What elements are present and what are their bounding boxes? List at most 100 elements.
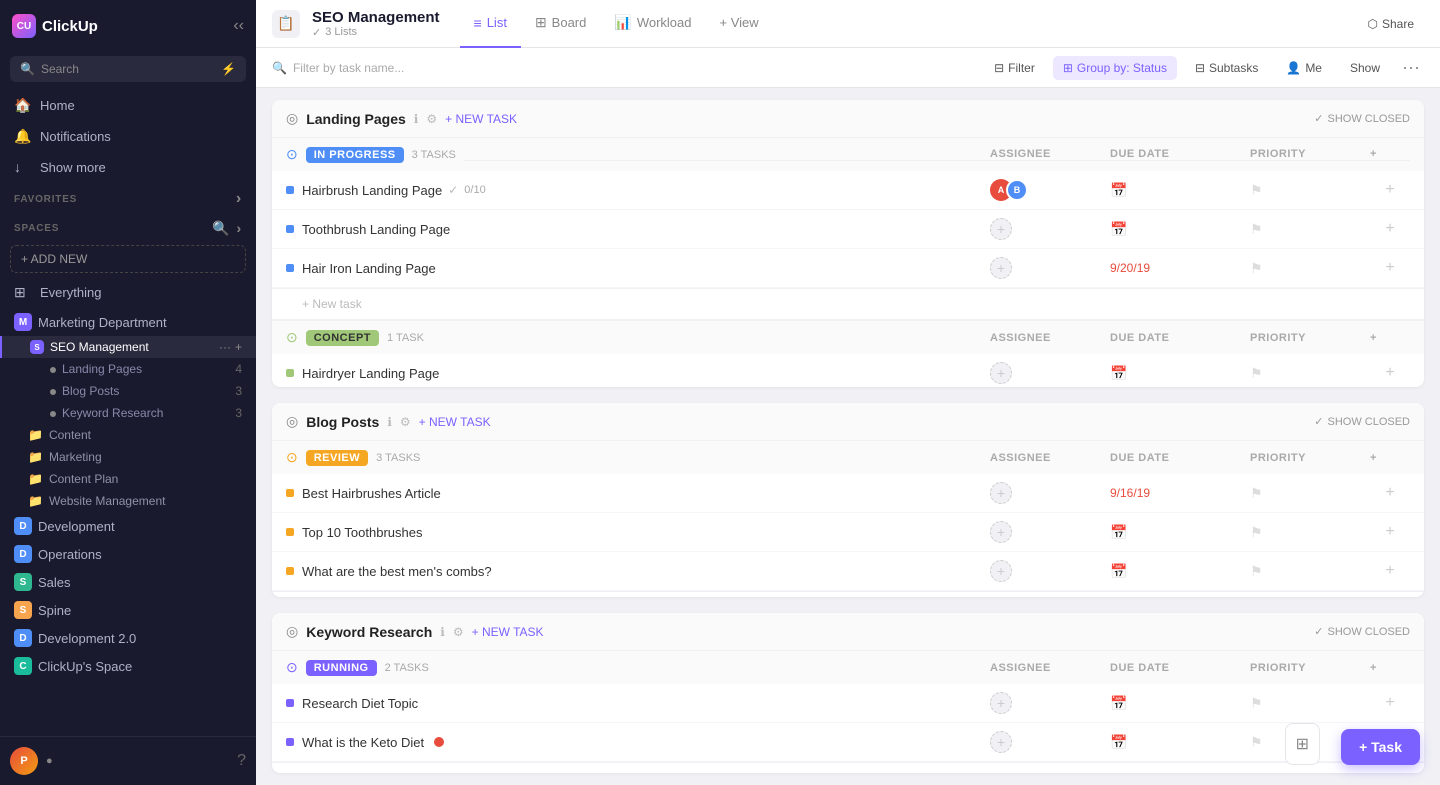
assignee-placeholder[interactable]: +: [990, 482, 1012, 504]
add-col[interactable]: +: [1370, 694, 1410, 712]
cal-icon: 📅: [1110, 695, 1127, 712]
show-closed-btn-bp[interactable]: ✓ SHOW CLOSED: [1314, 415, 1410, 428]
sidebar-item-clickup[interactable]: C ClickUp's Space: [0, 652, 256, 680]
assignee-placeholder[interactable]: +: [990, 692, 1012, 714]
table-row[interactable]: Hair Iron Landing Page + 9/20/19 ⚑ +: [272, 249, 1424, 288]
group-settings-icon-kr[interactable]: ⚙: [453, 625, 464, 639]
table-row[interactable]: Hairbrush Landing Page ✓ 0/10 A B 📅 ⚑ +: [272, 171, 1424, 210]
col-add[interactable]: +: [1370, 148, 1410, 160]
group-settings-icon[interactable]: ⚙: [426, 112, 437, 126]
check-icon: ✓: [312, 26, 321, 39]
new-task-row[interactable]: + New task: [272, 288, 1424, 319]
group-new-task-btn-bp[interactable]: + NEW TASK: [419, 415, 491, 429]
assignee-placeholder[interactable]: +: [990, 731, 1012, 753]
group-info-icon-kr[interactable]: ℹ: [440, 625, 445, 639]
me-button[interactable]: 👤 Me: [1276, 57, 1332, 79]
sidebar-item-marketing[interactable]: 📁 Marketing: [0, 446, 256, 468]
table-row[interactable]: Top 10 Toothbrushes + 📅 ⚑ +: [272, 513, 1424, 552]
help-icon[interactable]: ?: [237, 752, 246, 770]
group-collapse-icon-bp[interactable]: ◎: [286, 413, 298, 430]
show-closed-btn[interactable]: ✓ SHOW CLOSED: [1314, 112, 1410, 125]
sidebar-item-operations[interactable]: D Operations: [0, 540, 256, 568]
assignee-placeholder[interactable]: +: [990, 257, 1012, 279]
sidebar-item-spine[interactable]: S Spine: [0, 596, 256, 624]
col-add-r[interactable]: +: [1370, 452, 1410, 464]
table-row[interactable]: Research Diet Topic + 📅 ⚑ +: [272, 684, 1424, 723]
status-collapse-icon[interactable]: ⊙: [286, 146, 298, 163]
task-check-icon[interactable]: ✓: [448, 183, 458, 197]
assignee-placeholder[interactable]: +: [990, 521, 1012, 543]
group-by-button[interactable]: ⊞ Group by: Status: [1053, 56, 1177, 80]
add-col[interactable]: +: [1370, 484, 1410, 502]
group-settings-icon-bp[interactable]: ⚙: [400, 415, 411, 429]
sidebar-item-blog-posts[interactable]: Blog Posts 3: [0, 380, 256, 402]
add-col[interactable]: +: [1370, 523, 1410, 541]
assignee-placeholder[interactable]: +: [990, 560, 1012, 582]
col-add-run[interactable]: +: [1370, 662, 1410, 674]
sidebar-item-content-plan[interactable]: 📁 Content Plan: [0, 468, 256, 490]
table-row[interactable]: What are the best men's combs? + 📅 ⚑ +: [272, 552, 1424, 591]
search-bar[interactable]: 🔍 Search ⚡: [10, 56, 246, 82]
add-col[interactable]: +: [1370, 364, 1410, 382]
sidebar-item-notifications[interactable]: 🔔 Notifications: [0, 121, 256, 152]
tab-list[interactable]: ≡ List: [460, 0, 521, 48]
sidebar-item-marketing-department[interactable]: M Marketing Department: [0, 308, 256, 336]
favorites-expand-icon[interactable]: ›: [236, 190, 242, 208]
sidebar-item-development2[interactable]: D Development 2.0: [0, 624, 256, 652]
table-row[interactable]: What is the Keto Diet + 📅 ⚑ +: [272, 723, 1424, 762]
show-closed-btn-kr[interactable]: ✓ SHOW CLOSED: [1314, 625, 1410, 638]
filter-button[interactable]: ⊟ Filter: [984, 57, 1045, 79]
add-col[interactable]: +: [1370, 181, 1410, 199]
seo-add-icon[interactable]: +: [235, 340, 242, 354]
sidebar-item-everything[interactable]: ⊞ Everything: [0, 277, 256, 308]
grid-view-button[interactable]: ⊞: [1285, 723, 1320, 765]
assignee-placeholder[interactable]: +: [990, 362, 1012, 384]
sidebar-item-seo-management[interactable]: S SEO Management ··· +: [0, 336, 256, 358]
status-collapse-icon-run[interactable]: ⊙: [286, 659, 298, 676]
group-new-task-btn-kr[interactable]: + NEW TASK: [472, 625, 544, 639]
table-row[interactable]: Toothbrush Landing Page + 📅 ⚑ +: [272, 210, 1424, 249]
sidebar-collapse-btn[interactable]: ‹‹: [233, 17, 244, 35]
new-task-row[interactable]: + New task: [272, 762, 1424, 773]
show-button[interactable]: Show: [1340, 57, 1390, 79]
table-row[interactable]: Hairdryer Landing Page + 📅 ⚑ +: [272, 354, 1424, 387]
subtasks-button[interactable]: ⊟ Subtasks: [1185, 57, 1268, 79]
spaces-search-icon[interactable]: 🔍: [212, 220, 230, 237]
add-col[interactable]: +: [1370, 259, 1410, 277]
spaces-expand-icon[interactable]: ›: [237, 220, 242, 237]
add-task-fab[interactable]: + Task: [1341, 729, 1420, 765]
group-collapse-icon-kr[interactable]: ◎: [286, 623, 298, 640]
assignee-placeholder[interactable]: +: [990, 218, 1012, 240]
sidebar-item-landing-pages[interactable]: Landing Pages 4: [0, 358, 256, 380]
more-actions-icon[interactable]: ···: [1398, 53, 1424, 82]
sidebar-item-show-more[interactable]: ↓ Show more: [0, 152, 256, 182]
sidebar-item-content[interactable]: 📁 Content: [0, 424, 256, 446]
tab-workload[interactable]: 📊 Workload: [600, 0, 705, 48]
group-info-icon[interactable]: ℹ: [414, 112, 419, 126]
add-col[interactable]: +: [1370, 220, 1410, 238]
status-collapse-icon-r[interactable]: ⊙: [286, 449, 298, 466]
add-col[interactable]: +: [1370, 562, 1410, 580]
sidebar-item-sales[interactable]: S Sales: [0, 568, 256, 596]
sidebar-item-keyword-research[interactable]: Keyword Research 3: [0, 402, 256, 424]
col-add-c[interactable]: +: [1370, 332, 1410, 344]
share-button[interactable]: ⬡ Share: [1357, 13, 1424, 35]
avatar-2[interactable]: B: [1006, 179, 1028, 201]
new-task-row[interactable]: + New task: [272, 591, 1424, 597]
sidebar-item-home[interactable]: 🏠 Home: [0, 90, 256, 121]
filter-search[interactable]: 🔍 Filter by task name...: [272, 61, 976, 75]
add-new-button[interactable]: + ADD NEW: [10, 245, 246, 273]
app-logo[interactable]: CU ClickUp: [12, 14, 98, 38]
tab-add-view[interactable]: + View: [706, 0, 773, 48]
group-info-icon-bp[interactable]: ℹ: [387, 415, 392, 429]
tab-board[interactable]: ⊞ Board: [521, 0, 600, 48]
group-keyword-research-name: Keyword Research: [306, 624, 432, 640]
status-collapse-icon[interactable]: ⊙: [286, 329, 298, 346]
seo-more-icon[interactable]: ···: [219, 340, 231, 354]
table-row[interactable]: Best Hairbrushes Article + 9/16/19 ⚑ +: [272, 474, 1424, 513]
sidebar-item-development[interactable]: D Development: [0, 512, 256, 540]
group-new-task-btn[interactable]: + NEW TASK: [445, 112, 517, 126]
avatar[interactable]: P: [10, 747, 38, 775]
group-collapse-icon[interactable]: ◎: [286, 110, 298, 127]
sidebar-item-website-mgmt[interactable]: 📁 Website Management: [0, 490, 256, 512]
